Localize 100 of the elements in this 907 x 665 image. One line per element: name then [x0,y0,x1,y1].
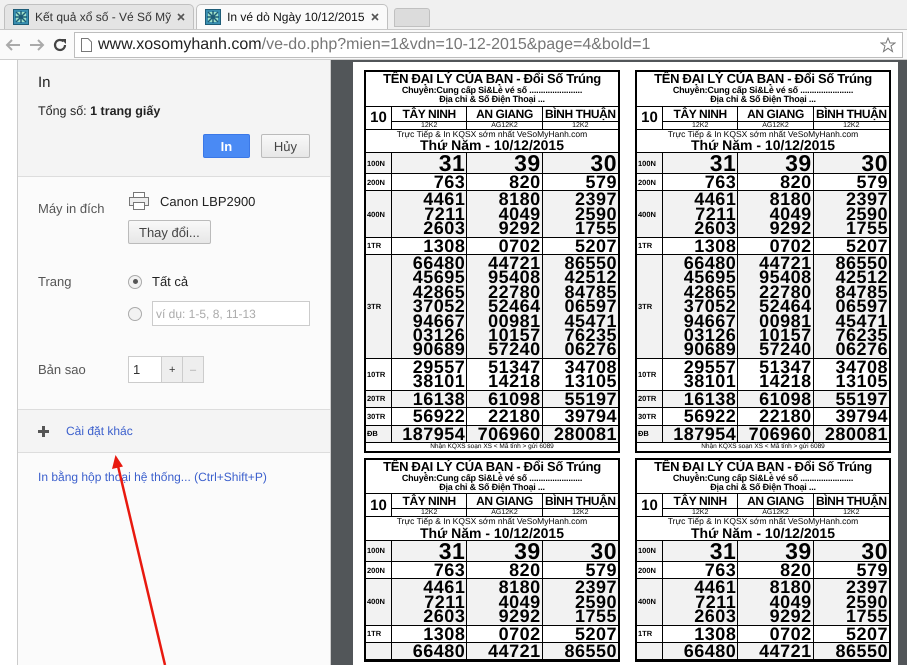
draw-number: 10 [637,494,663,518]
winning-number: 0702 [498,238,541,254]
winning-number: 8180 [770,580,812,595]
all-pages-option[interactable]: Tất cả [152,274,188,289]
winning-number: 2603 [423,609,466,624]
winning-number: 5207 [574,238,617,254]
winning-number: 7211 [695,594,736,610]
winning-number: 820 [780,175,812,190]
winning-number: 61098 [488,392,541,406]
winning-number: 44721 [488,256,541,270]
winning-number: 10157 [488,328,541,342]
winning-number: 8180 [770,192,812,207]
pages-label: Trang [38,274,72,291]
winning-number: 42865 [412,284,466,300]
winning-number: 55197 [835,392,888,406]
winning-number: 00981 [759,314,812,328]
draw-date: Thứ Năm - 10/12/2015 [420,138,564,152]
winning-number: 7211 [424,206,466,222]
winning-number: 706960 [478,426,541,441]
winning-number: 9292 [770,221,812,236]
winning-number: 44721 [488,644,541,658]
winning-number: 39 [785,542,812,560]
winning-number: 2603 [694,221,736,236]
plus-icon[interactable] [38,426,49,436]
winning-number: 4049 [770,594,812,610]
winning-number: 2397 [574,192,617,207]
province-name: AN GIANG [467,494,543,510]
agent-title: TÊN ĐẠI LÝ CỦA BẠN - Đổi Số Trúng [654,460,872,474]
printer-name: Canon LBP2900 [160,194,256,208]
winning-number: 31 [438,154,466,172]
winning-number: 95408 [488,270,541,285]
winning-number: 4461 [423,192,466,207]
radio-button[interactable] [128,274,142,288]
radio-button[interactable] [128,306,142,320]
page-icon [81,38,92,52]
winning-number: 5207 [574,626,617,641]
reload-icon[interactable] [52,36,68,52]
winning-number: 2603 [423,221,466,236]
winning-number: 1308 [423,626,466,641]
winning-number: 94667 [684,314,736,328]
agent-subtitle: Chuyên:Cung cấp Sỉ&Lẻ vé số ....................... [402,474,582,483]
winning-number: 706960 [748,426,812,441]
winning-number: 30 [861,542,888,560]
winning-number: 30 [590,542,617,560]
winning-number: 1755 [574,221,617,236]
winning-number: 95408 [759,270,812,285]
winning-number: 42512 [564,270,617,285]
winning-number: 579 [856,175,888,190]
winning-number: 763 [434,175,466,190]
winning-number: 86550 [564,256,617,270]
winning-number: 52464 [488,299,541,314]
address-bar[interactable]: www.xosomyhanh.com/ve-do.php?mien=1&vdn=10-12-2015&page=4&bold=1 [74,32,903,58]
winning-number: 14218 [759,374,812,389]
promo-text: Trực Tiếp & In KQSX sớm nhất VeSoMyHanh.com [396,517,588,526]
province-name: AN GIANG [738,106,814,122]
site-favicon-icon [205,9,222,25]
browser-tab[interactable]: In vé dò Ngày 10/12/2015 [196,4,388,29]
winning-number: 579 [585,175,617,190]
winning-number: 42512 [835,270,888,285]
winning-number: 2590 [574,206,617,222]
winning-number: 4049 [498,206,541,222]
close-icon[interactable] [370,13,379,21]
winning-number: 0702 [770,626,812,641]
winning-number: 13105 [835,374,888,389]
printer-icon [128,191,150,211]
promo-text: Trực Tiếp & In KQSX sớm nhất VeSoMyHanh.com [668,130,858,138]
winning-number: 1308 [423,238,466,254]
cancel-button[interactable]: Hủy [260,134,310,158]
province-name: TÂY NINH [663,106,738,122]
star-icon[interactable] [880,36,896,52]
winning-number: 00981 [488,314,541,328]
winning-number: 39794 [564,409,617,424]
winning-number: 45471 [564,314,617,328]
browser-tab[interactable]: Kết quả xổ số - Vé Số Mỹ [4,4,194,29]
change-button[interactable]: Thay đổi... [128,220,211,244]
winning-number: 22780 [759,284,812,300]
winning-number: 29557 [684,360,736,374]
winning-number: 38101 [684,374,736,389]
destination-label: Máy in đích [38,201,106,218]
winning-number: 94667 [412,314,466,328]
winning-number: 187954 [673,426,736,441]
province-name: TÂY NINH [663,494,738,510]
more-settings-link[interactable]: Cài đặt khác [66,424,133,438]
agent-address: Địa chỉ & Số Điện Thoại ... [439,95,545,105]
winning-number: 4049 [498,594,541,610]
winning-number: 84785 [564,284,617,300]
winning-number: 2590 [574,594,617,610]
winning-number: 4461 [423,580,466,595]
winning-number: 51347 [759,360,812,374]
promo-text: Trực Tiếp & In KQSX sớm nhất VeSoMyHanh.com [668,517,858,526]
page-range-field[interactable]: ví dụ: 1-5, 8, 11-13 [152,301,310,326]
winning-number: 38101 [412,374,466,389]
winning-number: 0702 [498,626,541,641]
winning-number: 76235 [564,328,617,342]
total-pages: Tổng số: 1 trang giấy [38,104,162,118]
winning-number: 820 [509,562,541,578]
site-favicon-icon [13,9,29,25]
winning-number: 56922 [412,409,466,424]
winning-number: 763 [434,562,466,578]
close-icon[interactable] [177,13,186,21]
